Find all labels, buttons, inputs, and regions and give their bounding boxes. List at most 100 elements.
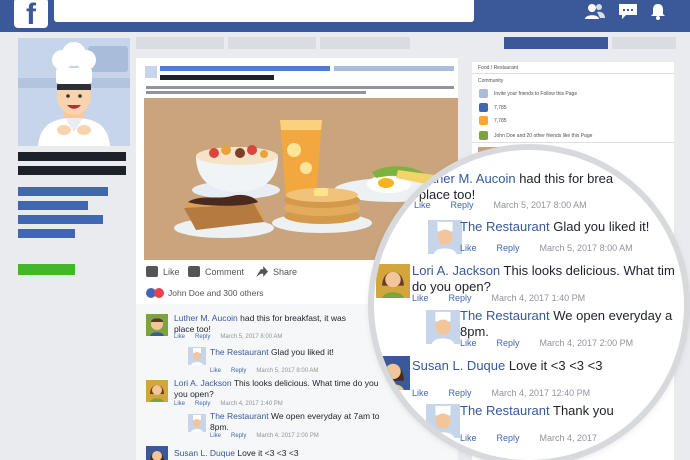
susan-avatar[interactable] [146, 446, 168, 460]
message-button[interactable] [612, 37, 676, 49]
reactions-summary[interactable]: John Doe and 300 others [146, 288, 263, 298]
comment-author[interactable]: Lori A. Jackson [174, 378, 232, 388]
share-action[interactable]: Share [256, 266, 297, 277]
friends-icon[interactable] [584, 2, 606, 20]
mag-like-link[interactable]: Like [460, 433, 477, 443]
mag-like-link[interactable]: Like [412, 388, 429, 398]
comment-like-link[interactable]: Like [210, 433, 221, 439]
post-text-line-1 [146, 86, 454, 89]
mag-reply-link[interactable]: Reply [497, 338, 520, 348]
mag-comment-restaurant-3: The Restaurant Thank you [460, 402, 614, 419]
mag-comment-author[interactable]: Susan L. Duque [412, 358, 505, 373]
mag-comment-meta: Like Reply March 4, 2017 2:00 PM [460, 338, 653, 348]
page-avatar[interactable] [145, 66, 157, 78]
mag-comment-time: March 5, 2017 8:00 AM [493, 200, 587, 210]
mag-like-link[interactable]: Like [460, 243, 477, 253]
comment-like-link[interactable]: Like [174, 401, 185, 407]
profile-name-bar [18, 152, 126, 161]
mag-comment-lori: Lori A. Jackson This looks delicious. Wh… [412, 262, 675, 279]
nav-link-2[interactable] [18, 201, 88, 210]
mag-reply-link[interactable]: Reply [497, 243, 520, 253]
mag-comment-author[interactable]: Lori A. Jackson [412, 263, 500, 278]
profile-picture[interactable] [18, 38, 130, 146]
mag-lori-avatar[interactable] [376, 264, 410, 298]
comment-action[interactable]: Comment [188, 266, 244, 277]
luther-avatar[interactable] [146, 314, 168, 336]
mag-comment-author[interactable]: The Restaurant [460, 403, 550, 418]
comment-author[interactable]: The Restaurant [210, 347, 269, 357]
lori-avatar[interactable] [146, 380, 168, 402]
mag-comment-meta: Like Reply March 5, 2017 8:00 AM [460, 243, 653, 253]
tab-placeholder-2[interactable] [228, 37, 316, 49]
mag-like-link[interactable]: Like [414, 200, 431, 210]
susan-face-icon [382, 363, 404, 390]
mag-comment-author[interactable]: The Restaurant [460, 219, 550, 234]
page-category: Food / Restaurant [478, 65, 519, 71]
comment-reply-link[interactable]: Reply [231, 368, 246, 374]
messages-icon[interactable] [617, 2, 639, 20]
comment-like-link[interactable]: Like [210, 368, 221, 374]
mag-comment-time: March 5, 2017 8:00 AM [539, 243, 633, 253]
post-title-bar [160, 75, 274, 80]
community-heading: Community [478, 78, 504, 84]
like-action[interactable]: Like [146, 266, 180, 277]
heart-reaction-icon [154, 288, 164, 298]
search-input[interactable] [54, 0, 474, 22]
comment-time: March 4, 2017 2:00 PM [256, 433, 319, 439]
tab-placeholder-3[interactable] [320, 37, 410, 49]
divider [472, 142, 674, 143]
comment-meta: Like Reply March 4, 2017 1:40 PM [174, 401, 293, 407]
mag-reply-link[interactable]: Reply [449, 293, 472, 303]
mag-comment-restaurant-1: The Restaurant Glad you liked it! [460, 218, 649, 235]
mag-susan-avatar[interactable] [376, 356, 410, 390]
nav-link-3[interactable] [18, 215, 103, 224]
mag-reply-link[interactable]: Reply [497, 433, 520, 443]
nav-link-4[interactable] [18, 229, 75, 238]
comment-text: Glad you liked it! [270, 347, 334, 357]
comment-reply-link[interactable]: Reply [231, 433, 246, 439]
nav-link-1[interactable] [18, 187, 108, 196]
invite-friends-link[interactable]: Invite your friends to Follow this Page [494, 91, 577, 97]
follows-count: 7,785 [494, 118, 507, 124]
chef-face-icon [431, 405, 455, 438]
like-icon [146, 266, 158, 277]
comment-like-link[interactable]: Like [174, 334, 185, 340]
notifications-icon[interactable] [647, 2, 669, 20]
comment-time: March 5, 2017 8:00 AM [220, 334, 283, 340]
comment-meta: Like Reply March 5, 2017 8:00 AM [174, 334, 292, 340]
restaurant-avatar[interactable] [188, 414, 206, 432]
mag-reply-link[interactable]: Reply [449, 388, 472, 398]
comment-text: We open everyday at 7am to [270, 411, 380, 421]
mag-comment-time: March 4, 2017 [539, 433, 598, 443]
mag-comment-time: March 4, 2017 2:00 PM [539, 338, 634, 348]
green-action-button[interactable] [18, 264, 75, 275]
comment-author[interactable]: Susan L. Duque [174, 448, 235, 458]
comment-author[interactable]: Luther M. Aucoin [174, 313, 238, 323]
mag-comment-author[interactable]: The Restaurant [460, 308, 550, 323]
comment-reply-link[interactable]: Reply [195, 401, 210, 407]
tab-placeholder-1[interactable] [136, 37, 224, 49]
restaurant-avatar[interactable] [188, 347, 206, 365]
mag-restaurant-avatar[interactable] [426, 310, 460, 344]
facebook-logo[interactable]: f [14, 0, 48, 31]
comment-author[interactable]: The Restaurant [210, 411, 269, 421]
lori-face-icon [150, 385, 164, 402]
mag-comment-meta: Like Reply March 4, 2017 12:40 PM [412, 388, 610, 398]
chef-face-icon [191, 348, 203, 365]
mag-reply-link[interactable]: Reply [451, 200, 474, 210]
comment-meta: Like Reply March 5, 2017 8:00 AM [210, 368, 328, 374]
mag-like-link[interactable]: Like [412, 293, 429, 303]
comment-meta: Like Reply March 4, 2017 2:00 PM [210, 433, 329, 439]
invite-icon [479, 89, 488, 98]
comment-restaurant-2: The Restaurant We open everyday at 7am t… [210, 411, 410, 433]
comment-reply-link[interactable]: Reply [195, 334, 210, 340]
mag-comment-text: Thank you [553, 403, 614, 418]
comment-restaurant-1: The Restaurant Glad you liked it! [210, 347, 334, 358]
mag-restaurant-avatar[interactable] [426, 404, 460, 438]
comment-text: This looks delicious. What time do you [233, 378, 379, 388]
mag-restaurant-avatar[interactable] [428, 220, 462, 254]
like-page-button[interactable] [504, 37, 608, 49]
comment-text-cont: 8pm. [210, 422, 229, 432]
mag-comment-author[interactable]: Luther M. Aucoin [418, 171, 516, 186]
mag-like-link[interactable]: Like [460, 338, 477, 348]
